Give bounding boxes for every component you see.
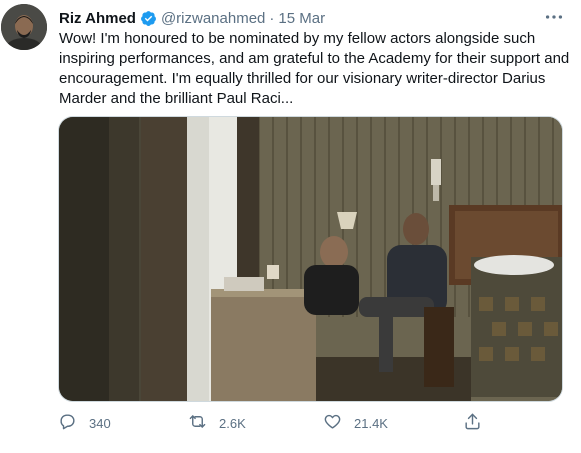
tweet-photo[interactable] [58,116,563,402]
like-button[interactable]: 21.4K [323,412,388,434]
tweet-header: Riz Ahmed @rizwanahmed · 15 Mar [59,8,325,28]
retweet-button[interactable]: 2.6K [188,412,246,434]
like-icon [323,412,354,434]
author-name[interactable]: Riz Ahmed [59,10,136,27]
more-icon[interactable] [543,6,565,28]
tweet-text: Wow! I'm honoured to be nominated by my … [59,30,570,107]
share-button[interactable] [463,412,494,434]
reply-count: 340 [89,415,111,431]
avatar[interactable] [1,4,47,50]
retweet-icon [188,412,219,434]
action-bar: 340 2.6K 21.4K [58,412,538,434]
like-count: 21.4K [354,415,388,431]
reply-button[interactable]: 340 [58,412,111,434]
verified-icon [140,10,157,27]
share-icon [463,412,494,434]
retweet-count: 2.6K [219,415,246,431]
reply-icon [58,412,89,434]
separator: · [269,9,275,27]
author-handle[interactable]: @rizwanahmed [161,10,265,27]
tweet-date[interactable]: 15 Mar [278,10,325,27]
